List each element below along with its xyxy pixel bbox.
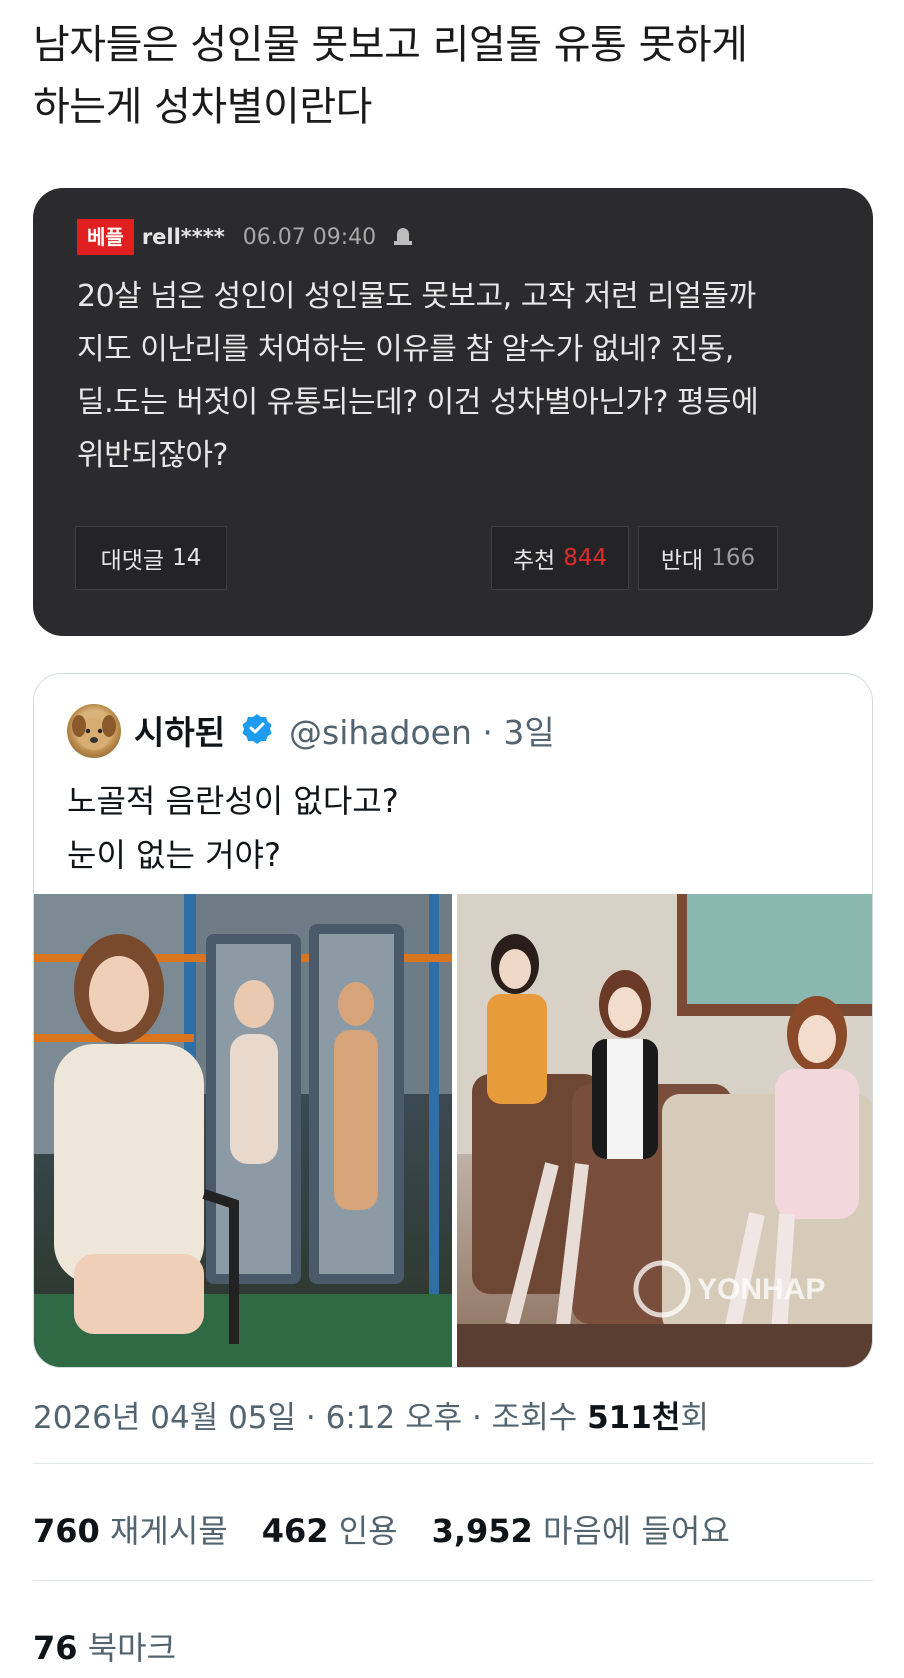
comment-line: 20살 넘은 성인이 성인물도 못보고, 고작 저런 리얼돌까	[77, 279, 756, 314]
post-title-line: 남자들은 성인물 못보고 리얼돌 유통 못하게	[33, 22, 748, 68]
engagement-stats: 760 재게시물 462 인용 3,952 마음에 들어요	[33, 1506, 730, 1552]
likes-label: 마음에 들어요	[542, 1512, 730, 1550]
upvote-button[interactable]: 추천 844	[491, 526, 629, 590]
quotes-count: 462	[261, 1512, 329, 1550]
tweet-timestamp-views: 2026년 04월 05일 · 6:12 오후 · 조회수 511천회	[33, 1392, 709, 1437]
bookmarks-stat[interactable]: 76 북마크	[33, 1623, 176, 1669]
comment-username[interactable]: rell****	[142, 225, 225, 249]
bookmarks-label: 북마크	[87, 1629, 177, 1667]
downvote-label: 반대	[660, 548, 704, 574]
divider	[33, 1463, 873, 1464]
best-comment-badge: 베플	[77, 219, 134, 255]
reply-button[interactable]: 대댓글 14	[75, 526, 227, 590]
reply-label: 대댓글	[100, 548, 165, 574]
quotes-label: 인용	[338, 1512, 398, 1550]
reposts-count: 760	[33, 1512, 100, 1550]
downvote-button[interactable]: 반대 166	[638, 526, 778, 590]
likes-stat[interactable]: 3,952 마음에 들어요	[432, 1512, 730, 1550]
post-title-line: 하는게 성차별이란다	[33, 84, 372, 130]
verified-badge-icon	[241, 712, 273, 744]
downvote-count: 166	[711, 545, 756, 571]
avatar[interactable]	[67, 704, 121, 758]
tweet-text-line: 노골적 음란성이 없다고?	[67, 782, 399, 820]
tweet-photo-showroom[interactable]: YONHAP	[457, 894, 872, 1367]
comment-line: 딜.도는 버젓이 유통되는데? 이건 성차별아닌가? 평등에	[77, 385, 759, 420]
divider	[33, 1580, 873, 1581]
bookmarks-count: 76	[33, 1629, 78, 1667]
comment-meta: 베플 rell**** 06.07 09:40	[77, 218, 414, 256]
post-title: 남자들은 성인물 못보고 리얼돌 유통 못하게 하는게 성차별이란다	[33, 14, 833, 138]
comment-text: 20살 넘은 성인이 성인물도 못보고, 고작 저런 리얼돌까 지도 이난리를 …	[77, 270, 837, 482]
comment-line: 위반되잖아?	[77, 438, 228, 473]
tweet-handle-time[interactable]: @sihadoen · 3일	[289, 706, 555, 754]
tweet-photo-warehouse[interactable]	[34, 894, 452, 1367]
views-suffix: 회	[680, 1400, 709, 1436]
reposts-label: 재게시물	[109, 1512, 228, 1550]
quotes-stat[interactable]: 462 인용	[262, 1512, 398, 1550]
upvote-label: 추천	[512, 548, 556, 574]
comment-datetime: 06.07 09:40	[242, 224, 377, 250]
comment-line: 지도 이난리를 처여하는 이유를 참 알수가 없네? 진동,	[77, 332, 734, 367]
likes-count: 3,952	[431, 1512, 533, 1550]
tweet-text-line: 눈이 없는 거야?	[67, 836, 281, 874]
tweet-timestamp[interactable]: 2026년 04월 05일 · 6:12 오후 · 조회수	[33, 1400, 587, 1436]
tweet-text: 노골적 음란성이 없다고? 눈이 없는 거야?	[67, 774, 399, 882]
quoted-tweet-card[interactable]: 시하된 @sihadoen · 3일 노골적 음란성이 없다고? 눈이 없는 거…	[33, 673, 873, 1368]
views-count: 511천	[587, 1400, 681, 1436]
tweet-display-name[interactable]: 시하된	[134, 706, 225, 754]
reposts-stat[interactable]: 760 재게시물	[33, 1512, 228, 1550]
report-bell-icon[interactable]	[392, 225, 414, 249]
photo-watermark: YONHAP	[697, 1273, 825, 1306]
best-comment-card: 베플 rell**** 06.07 09:40 20살 넘은 성인이 성인물도 …	[33, 188, 873, 636]
upvote-count: 844	[563, 545, 608, 571]
reply-count: 14	[172, 545, 202, 571]
